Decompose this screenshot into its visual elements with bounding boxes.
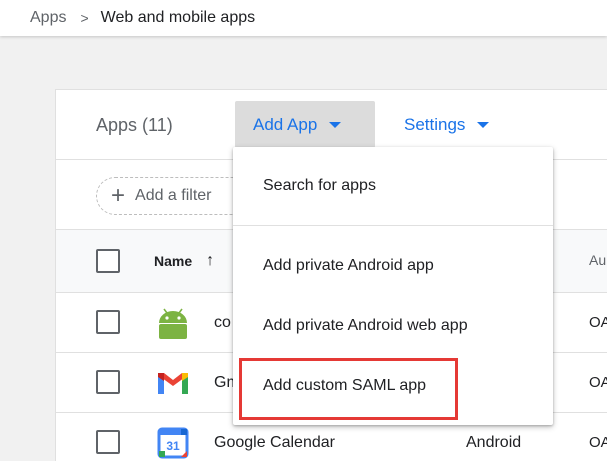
breadcrumb-apps-link[interactable]: Apps (30, 9, 66, 27)
apps-count-title: Apps (11) (96, 115, 173, 135)
menu-item-add-custom-saml-app[interactable]: Add custom SAML app (233, 361, 553, 411)
app-type: Android (466, 434, 522, 451)
add-filter-label: Add a filter (135, 187, 212, 204)
menu-item-add-private-android-app[interactable]: Add private Android app (233, 241, 553, 291)
add-app-menu: Search for apps Add private Android app … (233, 147, 553, 425)
caret-down-icon (329, 121, 342, 128)
menu-item-search-apps[interactable]: Search for apps (233, 161, 553, 211)
settings-label: Settings (404, 115, 466, 134)
app-auth: OA (589, 314, 607, 331)
breadcrumb-current: Web and mobile apps (100, 9, 256, 26)
google-calendar-icon: 31 (157, 427, 189, 459)
row-checkbox[interactable] (96, 430, 120, 454)
app-name[interactable]: co (214, 314, 231, 332)
arrow-up-icon[interactable]: ↑ (206, 252, 214, 270)
row-checkbox[interactable] (96, 370, 120, 394)
name-column-label: Name (154, 253, 193, 269)
chevron-right-icon: > (80, 10, 89, 26)
settings-button[interactable]: Settings (404, 115, 490, 135)
app-auth: OA (589, 434, 607, 451)
name-column-header[interactable]: Name ↑ (154, 252, 214, 270)
app-name[interactable]: Google Calendar (214, 434, 335, 452)
gmail-icon (158, 373, 188, 394)
caret-down-icon (477, 122, 490, 128)
add-app-label: Add App (253, 114, 318, 134)
add-app-button[interactable]: Add App (235, 101, 375, 148)
select-all-checkbox[interactable] (96, 249, 120, 273)
svg-text:31: 31 (166, 439, 180, 453)
auth-column-header[interactable]: Au (589, 252, 606, 268)
android-icon (159, 308, 187, 339)
row-checkbox[interactable] (96, 310, 120, 334)
breadcrumb: Apps > Web and mobile apps (0, 0, 607, 36)
menu-divider (233, 225, 553, 226)
app-auth: OA (589, 374, 607, 391)
menu-item-add-private-android-web-app[interactable]: Add private Android web app (233, 301, 553, 351)
plus-icon: + (111, 182, 126, 209)
